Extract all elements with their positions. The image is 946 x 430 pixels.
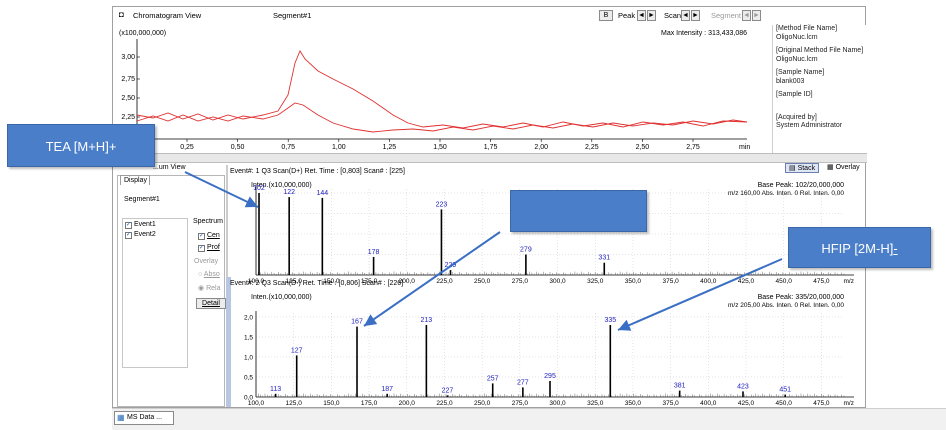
arrow-hfip: [363, 231, 501, 327]
callout-hfip-dimer-suffix: -: [893, 241, 898, 256]
arrow-tea: [184, 171, 259, 208]
callout-hfip-dimer: HFIP [2M-H]-: [788, 227, 931, 268]
annotation-arrows: [184, 171, 783, 331]
callout-tea-suffix: +: [108, 139, 117, 154]
app-root: ◘ Chromatogram View Segment#1 B Peak ◄ ►…: [0, 0, 946, 430]
callout-hfip: [510, 190, 647, 232]
callout-tea-text: TEA [M+H]: [45, 139, 109, 154]
callout-hfip-dimer-text: HFIP [2M-H]: [821, 241, 894, 256]
callout-tea: TEA [M+H]+: [7, 124, 155, 167]
arrow-hfip-dimer: [617, 258, 783, 331]
